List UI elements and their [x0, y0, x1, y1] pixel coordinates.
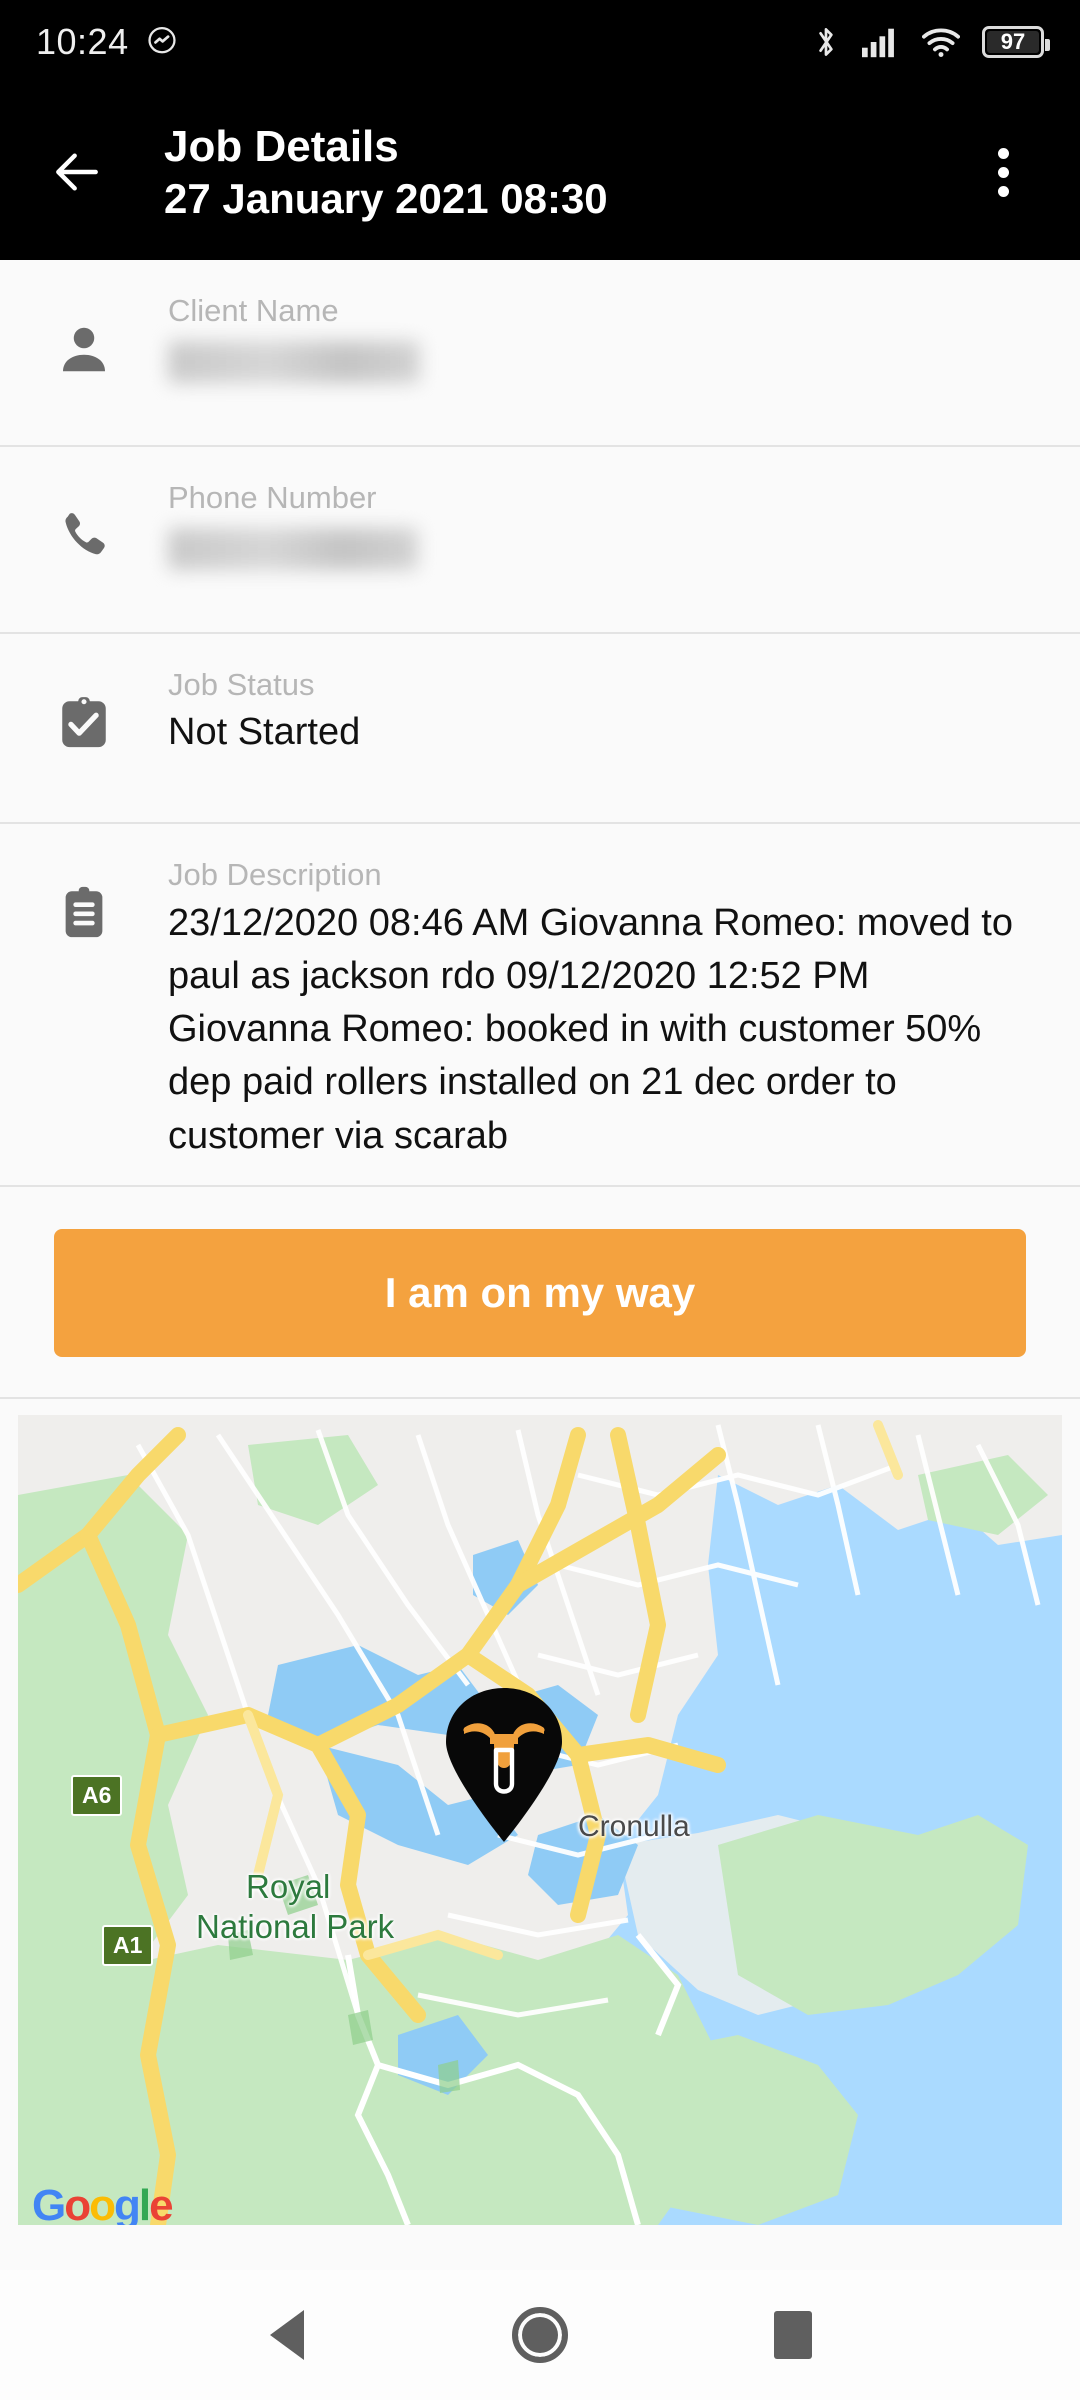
phone-icon — [0, 479, 168, 565]
clipboard-check-icon — [0, 666, 168, 752]
more-vertical-icon — [997, 147, 1009, 159]
on-my-way-button[interactable]: I am on my way — [54, 1228, 1026, 1357]
page-subtitle: 27 January 2021 08:30 — [164, 175, 608, 223]
activity-bubble-icon — [145, 25, 179, 59]
field-body: Job Description 23/12/2020 08:46 AM Giov… — [168, 856, 1080, 1163]
status-bar: 10:24 97 — [0, 0, 1080, 84]
page-title: Job Details — [164, 121, 399, 171]
field-label-job-status: Job Status — [168, 667, 315, 702]
app-bar-titles: Job Details 27 January 2021 08:30 — [164, 122, 608, 222]
job-details-content: Client Name Phone Number Job Status Not … — [0, 260, 1080, 2270]
field-label-client-name: Client Name — [168, 293, 339, 328]
field-body: Job Status Not Started — [168, 666, 1080, 757]
person-icon — [0, 292, 168, 380]
back-button[interactable] — [34, 129, 120, 215]
field-value-client-name — [168, 340, 420, 383]
field-row-client-name[interactable]: Client Name — [0, 260, 1080, 447]
location-map[interactable]: A6 A1 Cronulla Royal National Park Googl… — [18, 1414, 1062, 2225]
more-vertical-icon — [997, 166, 1009, 178]
field-value-job-status: Not Started — [168, 710, 361, 753]
overflow-menu-button[interactable] — [960, 129, 1046, 215]
status-bar-left: 10:24 — [36, 21, 179, 63]
field-value-job-description: 23/12/2020 08:46 AM Giovanna Romeo: move… — [168, 901, 1013, 1157]
google-logo-letter: o — [64, 2180, 91, 2225]
cellular-signal-icon — [862, 26, 900, 58]
android-navigation-bar — [0, 2270, 1080, 2400]
nav-home-icon[interactable] — [485, 2280, 595, 2390]
cta-section: I am on my way — [0, 1186, 1080, 1399]
status-bar-clock: 10:24 — [36, 21, 129, 62]
map-section: A6 A1 Cronulla Royal National Park Googl… — [0, 1398, 1080, 2225]
field-body: Client Name — [168, 292, 1080, 394]
field-row-job-status[interactable]: Job Status Not Started — [0, 634, 1080, 824]
field-value-phone-number — [168, 527, 418, 570]
google-logo: Google — [32, 2180, 174, 2225]
bluetooth-icon — [812, 24, 840, 60]
field-row-phone-number[interactable]: Phone Number — [0, 447, 1080, 634]
google-logo-letter: g — [114, 2180, 141, 2225]
more-vertical-icon — [997, 185, 1009, 197]
wifi-icon — [922, 26, 960, 58]
field-body: Phone Number — [168, 479, 1080, 581]
google-logo-letter: l — [138, 2180, 151, 2225]
google-logo-letter: e — [149, 2180, 174, 2225]
google-logo-letter: G — [32, 2180, 66, 2225]
battery-icon: 97 — [982, 26, 1050, 58]
clipboard-text-icon — [0, 856, 168, 942]
status-bar-right: 97 — [812, 24, 1050, 60]
nav-back-icon[interactable] — [232, 2280, 342, 2390]
bull-head-map-pin[interactable] — [442, 1684, 566, 1844]
google-logo-letter: o — [89, 2180, 116, 2225]
nav-recents-icon[interactable] — [738, 2280, 848, 2390]
app-bar: Job Details 27 January 2021 08:30 — [0, 84, 1080, 260]
field-label-job-description: Job Description — [168, 857, 382, 892]
field-label-phone-number: Phone Number — [168, 480, 377, 515]
battery-percent-label: 97 — [1000, 29, 1026, 54]
road-badge-a1: A1 — [102, 1924, 154, 1966]
field-row-job-description[interactable]: Job Description 23/12/2020 08:46 AM Giov… — [0, 824, 1080, 1187]
road-badge-a6: A6 — [71, 1774, 123, 1816]
